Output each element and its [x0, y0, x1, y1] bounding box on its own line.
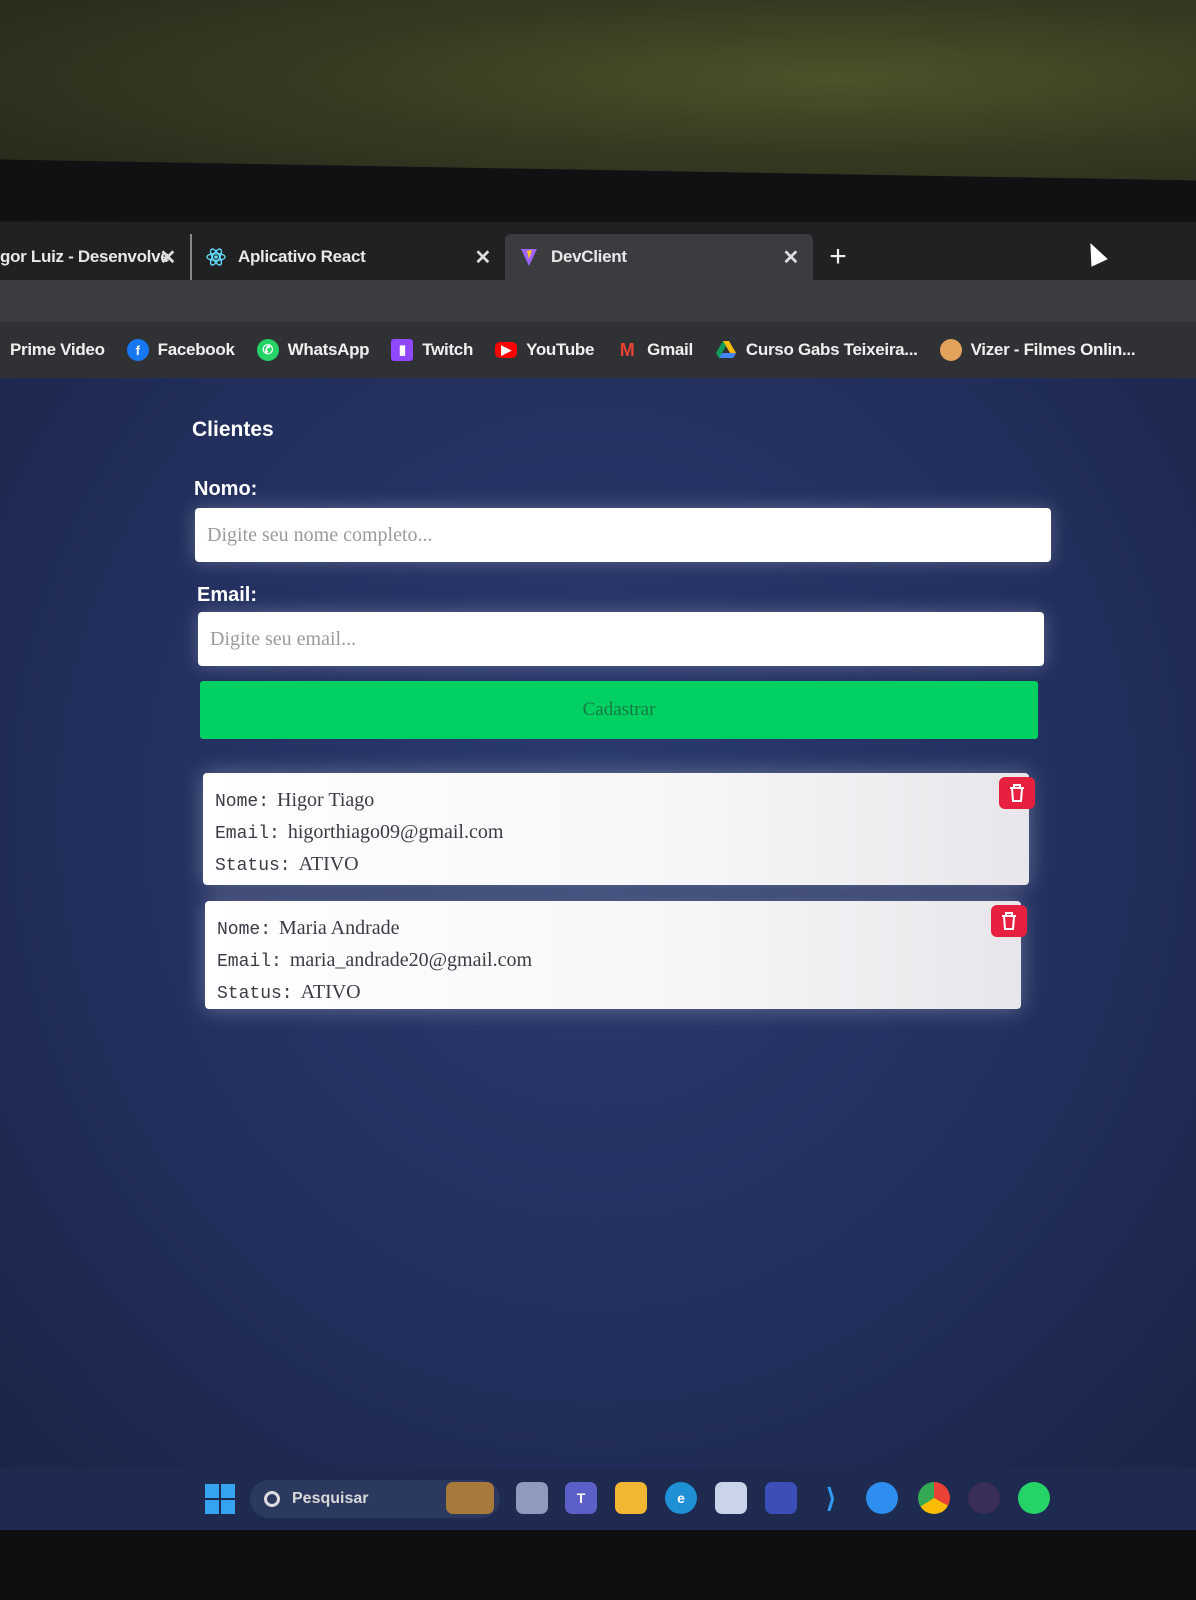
bookmark-label: WhatsApp: [287, 340, 370, 359]
client-card: Nome: Higor Tiago Email: higorthiago09@g…: [203, 773, 1035, 885]
trash-icon: [1002, 912, 1016, 930]
monitor-bottom-bezel: [0, 1530, 1196, 1600]
tab-devclient[interactable]: DevClient ✕: [505, 234, 813, 280]
bookmark-facebook[interactable]: f Facebook: [126, 339, 235, 361]
client-nome-row: Nome: Maria Andrade: [217, 913, 1009, 945]
youtube-icon: ▶: [495, 342, 518, 358]
store-icon[interactable]: [715, 1482, 747, 1514]
status-key: Status:: [215, 856, 291, 876]
bookmarks-bar: Prime Video f Facebook ✆ WhatsApp ▮ Twit…: [0, 322, 1196, 378]
obs-icon[interactable]: [968, 1482, 1000, 1514]
edge-icon[interactable]: e: [665, 1482, 697, 1514]
facebook-icon: f: [126, 339, 149, 361]
status-key: Status:: [217, 984, 293, 1004]
nome-key: Nome:: [217, 920, 272, 940]
widgets-icon[interactable]: [446, 1482, 494, 1514]
client-email-row: Email: higorthiago09@gmail.com: [215, 817, 1017, 849]
email-key: Email:: [215, 824, 280, 844]
delete-button[interactable]: [991, 905, 1027, 937]
client-email: higorthiago09@gmail.com: [287, 821, 504, 843]
chrome-icon[interactable]: [918, 1482, 950, 1514]
new-tab-button[interactable]: +: [813, 234, 863, 280]
nome-field[interactable]: [195, 508, 1051, 562]
twitch-icon: ▮: [391, 339, 414, 361]
react-icon: [206, 247, 226, 267]
vizer-icon: [939, 339, 962, 361]
email-key: Email:: [217, 952, 282, 972]
close-icon[interactable]: ✕: [160, 245, 177, 270]
cadastrar-button[interactable]: Cadastrar: [200, 681, 1038, 739]
bookmark-label: Twitch: [422, 340, 474, 359]
client-nome: Higor Tiago: [277, 789, 375, 811]
client-status-row: Status: ATIVO: [215, 849, 1017, 881]
windows-start-icon[interactable]: [205, 1484, 235, 1514]
email-label: Email:: [197, 584, 258, 606]
tab-title: gor Luiz - Desenvolve: [0, 247, 170, 266]
vscode-insiders-icon[interactable]: [765, 1482, 797, 1514]
docker-icon[interactable]: [866, 1482, 898, 1514]
client-status: ATIVO: [300, 981, 361, 1003]
tab-aplicativo-react[interactable]: Aplicativo React ✕: [190, 234, 505, 280]
bookmark-twitch[interactable]: ▮ Twitch: [391, 339, 473, 361]
tab-title: Aplicativo React: [238, 247, 366, 266]
client-status-row: Status: ATIVO: [217, 977, 1009, 1009]
taskbar: Pesquisar T e ⟩: [0, 1468, 1196, 1530]
tab-bar: gor Luiz - Desenvolve ✕ Aplicativo React…: [0, 222, 1196, 280]
bookmark-vizer[interactable]: Vizer - Filmes Onlin...: [939, 339, 1136, 361]
email-input[interactable]: [210, 612, 1032, 666]
close-icon[interactable]: ✕: [475, 245, 492, 270]
address-bar[interactable]: [0, 280, 1196, 326]
page-title: Clientes: [192, 418, 274, 441]
close-icon[interactable]: ✕: [783, 245, 800, 270]
bookmark-label: Prime Video: [10, 340, 105, 359]
page-content: Clientes Nomo: Email: Cadastrar Nome: Hi…: [0, 378, 1196, 1468]
client-email: maria_andrade20@gmail.com: [289, 949, 533, 971]
whatsapp-icon[interactable]: [1018, 1482, 1050, 1514]
bookmark-whatsapp[interactable]: ✆ WhatsApp: [256, 339, 370, 361]
bookmark-label: YouTube: [526, 340, 595, 359]
bookmark-label: Facebook: [157, 340, 235, 359]
bookmark-label: Curso Gabs Teixeira...: [745, 340, 918, 359]
client-nome-row: Nome: Higor Tiago: [215, 785, 1017, 817]
client-email-row: Email: maria_andrade20@gmail.com: [217, 945, 1009, 977]
email-field[interactable]: [198, 612, 1044, 666]
nome-input[interactable]: [207, 508, 1039, 562]
bookmark-youtube[interactable]: ▶ YouTube: [495, 340, 594, 360]
bookmark-gmail[interactable]: M Gmail: [616, 339, 693, 361]
bookmark-label: Gmail: [647, 340, 693, 359]
whatsapp-icon: ✆: [256, 339, 279, 361]
bookmark-curso-gabs[interactable]: Curso Gabs Teixeira...: [715, 339, 918, 361]
client-card: Nome: Maria Andrade Email: maria_andrade…: [205, 901, 1027, 1009]
tab-desenvolvedor[interactable]: gor Luiz - Desenvolve ✕: [0, 234, 190, 280]
vite-icon: [519, 247, 539, 267]
tab-title: DevClient: [551, 247, 627, 266]
google-drive-icon: [715, 339, 737, 361]
search-icon: [264, 1491, 280, 1507]
file-explorer-icon[interactable]: [615, 1482, 647, 1514]
bookmark-prime-video[interactable]: Prime Video: [10, 340, 105, 360]
bookmark-label: Vizer - Filmes Onlin...: [970, 340, 1136, 359]
task-view-icon[interactable]: [516, 1482, 548, 1514]
client-nome: Maria Andrade: [279, 917, 400, 939]
nome-key: Nome:: [215, 792, 270, 812]
nome-label: Nomo:: [194, 478, 258, 500]
search-label: Pesquisar: [292, 1490, 369, 1507]
client-status: ATIVO: [298, 853, 359, 875]
teams-icon[interactable]: T: [565, 1482, 597, 1514]
delete-button[interactable]: [999, 777, 1035, 809]
trash-icon: [1010, 784, 1024, 802]
vscode-icon[interactable]: ⟩: [815, 1482, 847, 1514]
gmail-icon: M: [619, 339, 635, 360]
